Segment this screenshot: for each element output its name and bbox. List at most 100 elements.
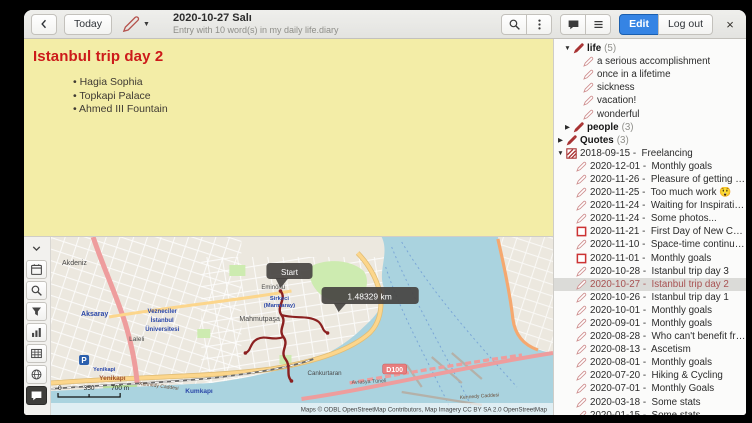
table-button[interactable] (26, 344, 47, 363)
close-button[interactable]: × (721, 17, 739, 32)
expander-closed-icon[interactable]: ▶ (563, 123, 572, 131)
sidebar-item-label: people (587, 122, 619, 133)
sidebar-entry-row[interactable]: 2020-08-28 - Who can't benefit from ... (554, 330, 746, 343)
expander-closed-icon[interactable]: ▶ (556, 136, 565, 144)
back-button[interactable] (31, 14, 57, 35)
map-label: Yenikapı (99, 375, 126, 382)
sidebar-item-label: vacation! (597, 95, 636, 106)
sidebar-entry-row[interactable]: once in a lifetime (554, 68, 746, 81)
entry-bullet-list: • Hagia Sophia• Topkapi Palace• Ahmed II… (73, 76, 541, 117)
chevron-down-button[interactable] (26, 239, 47, 258)
edit-tool-split-button[interactable]: ▼ (119, 14, 152, 35)
search-button[interactable] (26, 281, 47, 300)
sidebar-entry-row[interactable]: 2020-10-26 - Istanbul trip day 1 (554, 291, 746, 304)
hamburger-menu-button[interactable] (585, 14, 611, 35)
comments-button[interactable] (560, 14, 586, 35)
sidebar-item-label: life (587, 43, 601, 54)
sidebar-entry-row[interactable]: 2020-11-24 - Waiting for Inspiration... (554, 199, 746, 212)
today-button[interactable]: Today (64, 14, 112, 35)
sidebar-entry-row[interactable]: sickness (554, 81, 746, 94)
sidebar-entry-row[interactable]: 2020-12-01 - Monthly goals (554, 160, 746, 173)
entry-panel: Istanbul trip day 2 • Hagia Sophia• Topk… (24, 39, 554, 415)
sidebar-entry-row[interactable]: 2020-08-13 - Ascetism (554, 343, 746, 356)
sidebar-entry-row[interactable]: 2020-03-18 - Some stats (554, 396, 746, 409)
map-label: Kumkapı (185, 388, 213, 395)
map-canvas[interactable]: P D100 Akdeniz Aksaray Vezneciler İstanb… (51, 237, 553, 415)
chevron-down-icon[interactable]: ▼ (143, 21, 150, 28)
sidebar-entry-row[interactable]: 2020-11-01 - Monthly goals (554, 252, 746, 265)
bullet-item: • Hagia Sophia (73, 76, 541, 90)
sidebar-item-label: 2020-11-25 - Too much work 😲 (590, 187, 731, 198)
calendar-button[interactable] (26, 260, 47, 279)
map-label: Vezneciler (148, 309, 178, 315)
sidebar-item-label: 2018-09-15 - Freelancing (580, 148, 693, 159)
entry-pencil-icon (583, 109, 594, 120)
sidebar-entry-row[interactable]: 2020-11-25 - Too much work 😲 (554, 186, 746, 199)
svg-text:0: 0 (58, 385, 62, 392)
sidebar-entry-row[interactable]: 2020-08-01 - Monthly goals (554, 356, 746, 369)
sidebar-entry-row[interactable]: a serious accomplishment (554, 55, 746, 68)
map-label: (Marmaray) (264, 303, 295, 309)
sidebar-entry-row[interactable]: 2020-09-01 - Monthly goals (554, 317, 746, 330)
filter-icon (30, 305, 43, 318)
map-label: Sirkeci (270, 296, 289, 302)
entry-pencil-icon (576, 357, 587, 368)
map-image: P D100 Akdeniz Aksaray Vezneciler İstanb… (51, 237, 553, 415)
filter-button[interactable] (26, 302, 47, 321)
sidebar-entry-row[interactable]: 2020-11-10 - Space-time continuum (554, 238, 746, 251)
sidebar-tag-row[interactable]: ▶people(3) (554, 121, 746, 134)
sidebar-entry-row[interactable]: 2020-11-21 - First Day of New Covid R... (554, 225, 746, 238)
expander-open-icon[interactable]: ▼ (556, 150, 565, 157)
expander-open-icon[interactable]: ▼ (563, 45, 572, 52)
bar-chart-button[interactable] (26, 323, 47, 342)
bullet-item: • Topkapi Palace (73, 90, 541, 104)
sidebar-tag-row[interactable]: ▼life(5) (554, 42, 746, 55)
svg-text:P: P (81, 356, 87, 365)
sidebar-entry-row[interactable]: 2020-07-20 - Hiking & Cycling (554, 369, 746, 382)
sidebar-entry-row[interactable]: 2020-11-24 - Some photos... (554, 212, 746, 225)
entry-square-icon (576, 226, 587, 237)
table-icon (30, 347, 43, 360)
entry-title: Istanbul trip day 2 (33, 48, 541, 65)
chapter-icon (566, 148, 577, 159)
entry-pencil-icon (576, 187, 587, 198)
sidebar-item-label: 2020-10-27 - Istanbul trip day 2 (590, 279, 729, 290)
sidebar-entry-row[interactable]: 2020-01-15 - Some stats (554, 409, 746, 415)
globe-button[interactable] (26, 365, 47, 384)
sidebar-item-label: once in a lifetime (597, 69, 671, 80)
entry-pencil-icon (576, 397, 587, 408)
page-title: 2020-10-27 Salı (173, 13, 339, 25)
search-icon (508, 18, 521, 31)
tag-pencil-icon (566, 135, 577, 146)
bullet-item: • Ahmed III Fountain (73, 103, 541, 117)
search-icon (30, 284, 43, 297)
sidebar-entry-row[interactable]: 2020-07-01 - Monthly Goals (554, 382, 746, 395)
entry-pencil-icon (576, 344, 587, 355)
sidebar-chapter-row[interactable]: ▼ 2018-09-15 - Freelancing (554, 147, 746, 160)
logout-button[interactable]: Log out (658, 14, 713, 35)
entry-text-area[interactable]: Istanbul trip day 2 • Hagia Sophia• Topk… (24, 39, 553, 236)
sidebar-entry-row[interactable]: 2020-10-01 - Monthly goals (554, 304, 746, 317)
menu-kebab-button[interactable] (526, 14, 552, 35)
sidebar-item-label: wonderful (597, 109, 639, 120)
map-attribution: Maps © ODBL OpenStreetMap Contributors, … (51, 403, 553, 415)
sidebar-entry-row[interactable]: 2020-10-27 - Istanbul trip day 2 (554, 278, 746, 291)
entry-pencil-icon (576, 370, 587, 381)
sidebar-tag-row[interactable]: ▶Quotes(3) (554, 134, 746, 147)
sidebar-entry-row[interactable]: 2020-10-28 - Istanbul trip day 3 (554, 265, 746, 278)
sidebar-item-label: 2020-11-26 - Pleasure of getting exac... (590, 174, 746, 185)
sidebar-entry-row[interactable]: wonderful (554, 107, 746, 120)
parking-icon: P (79, 355, 89, 365)
sidebar-item-label: 2020-12-01 - Monthly goals (590, 161, 712, 172)
entry-pencil-icon (576, 161, 587, 172)
entry-pencil-icon (576, 200, 587, 211)
content-area: Istanbul trip day 2 • Hagia Sophia• Topk… (24, 39, 746, 415)
edit-button[interactable]: Edit (619, 14, 659, 35)
calendar-icon (30, 263, 43, 276)
search-button[interactable] (501, 14, 527, 35)
sidebar-entry-row[interactable]: vacation! (554, 94, 746, 107)
comment-button[interactable] (26, 386, 47, 405)
sidebar-entry-row[interactable]: 2020-11-26 - Pleasure of getting exac... (554, 173, 746, 186)
map-label: Yenikapi (93, 367, 116, 373)
sidebar-item-label: Quotes (580, 135, 614, 146)
